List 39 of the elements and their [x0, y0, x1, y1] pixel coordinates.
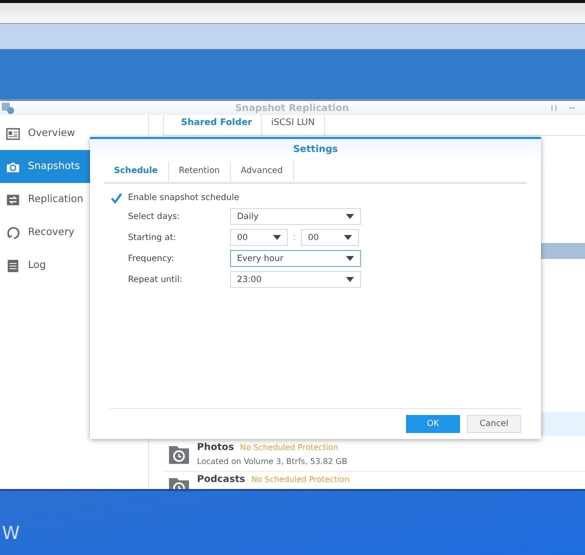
dropdown[interactable]: 00	[301, 229, 359, 246]
folder-name: Photos	[197, 442, 234, 453]
field-label: Frequency:	[127, 254, 176, 264]
pin-icon[interactable]	[549, 103, 559, 113]
dropdown[interactable]: Every hour	[230, 250, 361, 267]
cancel-button[interactable]: Cancel	[467, 415, 521, 433]
tab[interactable]: Schedule	[104, 162, 169, 182]
field-label: Starting at:	[127, 232, 178, 242]
desktop-text: W	[2, 522, 20, 544]
arrows-icon	[6, 192, 20, 206]
protection-status: No Scheduled Protection	[251, 475, 350, 484]
app-icon	[1, 101, 15, 115]
dropdown[interactable]: 23:00	[230, 271, 361, 288]
folder-name: Podcasts	[197, 474, 246, 485]
dropdown[interactable]: Daily	[230, 208, 361, 225]
caret-icon	[346, 277, 354, 282]
tab[interactable]: iSCSI LUN	[262, 115, 325, 135]
checkbox[interactable]	[110, 192, 123, 204]
folder-details: Located on Volume 3, Btrfs, 53.82 GB	[197, 457, 348, 466]
dialog-title: Settings	[90, 139, 541, 162]
field-label: Repeat until:	[127, 274, 184, 284]
camera-icon	[6, 160, 20, 174]
time-separator: :	[292, 232, 297, 242]
field-label: Select days:	[127, 212, 181, 222]
caret-icon	[344, 235, 352, 240]
caret-icon	[346, 256, 354, 261]
checkbox-label: Enable snapshot schedule	[128, 193, 240, 203]
window-title: Snapshot Replication	[234, 102, 350, 114]
tab[interactable]: Advanced	[230, 162, 294, 182]
tab[interactable]: Shared Folder	[172, 115, 262, 135]
folder-clock-icon	[169, 446, 189, 464]
dropdown[interactable]: 00	[230, 229, 288, 246]
circular-arrow-icon	[6, 226, 20, 240]
protection-status: No Scheduled Protection	[240, 443, 338, 452]
document-icon	[6, 258, 20, 272]
id-card-icon	[6, 126, 20, 140]
tab[interactable]: Retention	[168, 162, 231, 182]
caret-icon	[273, 235, 281, 240]
caret-icon	[346, 214, 354, 219]
